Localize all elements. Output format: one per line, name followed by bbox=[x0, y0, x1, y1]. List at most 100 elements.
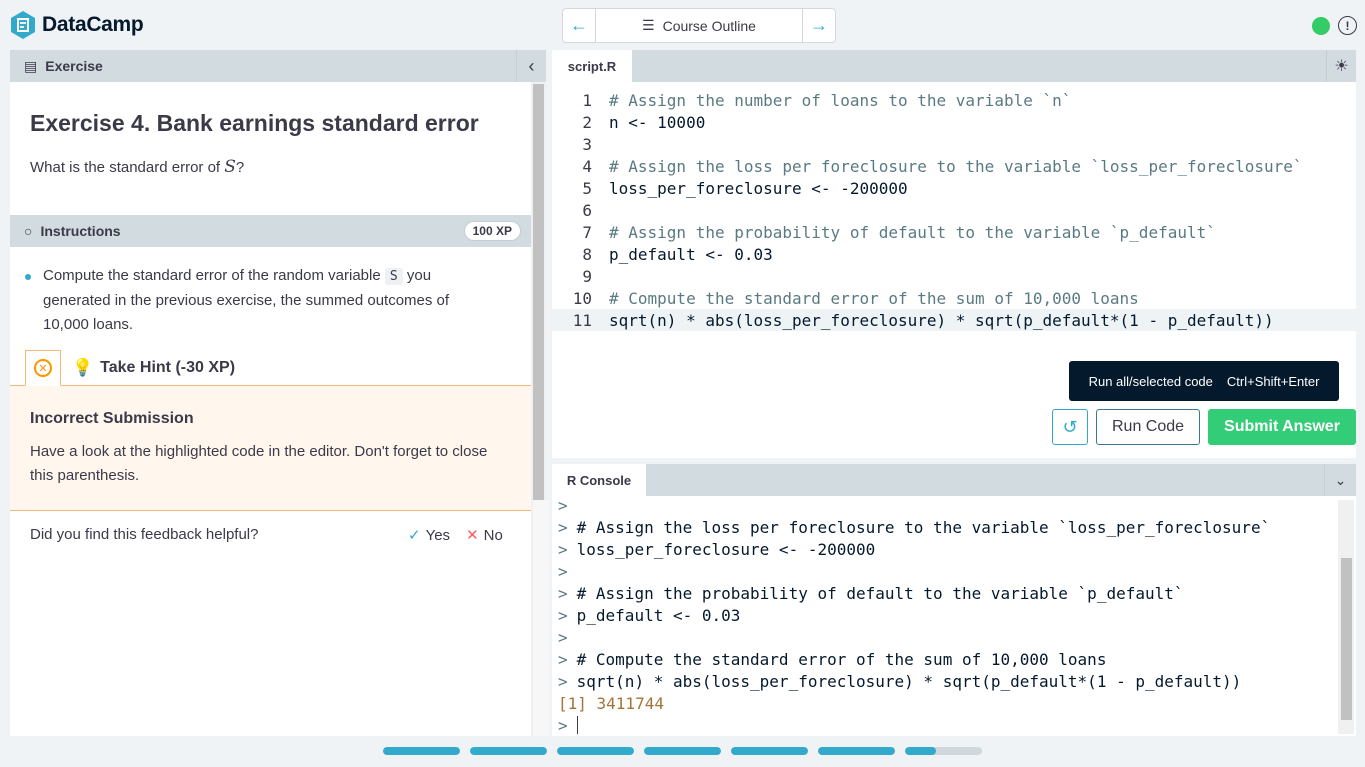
console-line: > bbox=[558, 560, 1338, 582]
code-line[interactable]: 6 bbox=[552, 199, 1356, 221]
lightbulb-icon: 💡 bbox=[72, 358, 94, 377]
submit-answer-button[interactable]: Submit Answer bbox=[1208, 409, 1356, 445]
code-line[interactable]: 5 loss_per_foreclosure <- -200000 bbox=[552, 177, 1356, 199]
progress-segment[interactable] bbox=[470, 747, 547, 755]
tab-r-console[interactable]: R Console bbox=[552, 464, 646, 496]
progress-segment[interactable] bbox=[644, 747, 721, 755]
course-outline-button[interactable]: ☰ Course Outline bbox=[596, 9, 802, 42]
tooltip-shortcut: Ctrl+Shift+Enter bbox=[1226, 373, 1320, 389]
datacamp-logo-icon bbox=[11, 11, 35, 39]
code-lines[interactable]: 1 # Assign the number of loans to the var… bbox=[552, 89, 1356, 331]
line-number: 10 bbox=[572, 288, 592, 308]
console-scrollbar-thumb[interactable] bbox=[1341, 558, 1352, 720]
code-line[interactable]: 9 bbox=[552, 265, 1356, 287]
progress-segment[interactable] bbox=[818, 747, 895, 755]
console-line: > p_default <- 0.03 bbox=[558, 604, 1338, 626]
feedback-message: Incorrect Submission Have a look at the … bbox=[10, 386, 531, 511]
code-editor-panel: script.R ☀ 1 # Assign the number of loans… bbox=[552, 50, 1356, 458]
yes-button[interactable]: ✓ Yes bbox=[408, 526, 450, 544]
prev-exercise-button[interactable]: ← bbox=[563, 9, 596, 42]
no-button[interactable]: ✕ No bbox=[466, 526, 503, 544]
console-text: # Compute the standard error of the sum … bbox=[576, 649, 1107, 669]
console-prompt: > bbox=[558, 495, 568, 515]
yes-label: Yes bbox=[425, 527, 451, 544]
code-line[interactable]: 7 # Assign the probability of default to … bbox=[552, 221, 1356, 243]
console-header: R Console ⌄ bbox=[552, 464, 1356, 496]
instruction-item: Compute the standard error of the random… bbox=[25, 264, 475, 337]
line-number: 6 bbox=[582, 200, 592, 220]
console-prompt: > bbox=[558, 517, 568, 537]
instruction-text-part: Compute the standard error of the random… bbox=[43, 267, 385, 284]
question-prefix: What is the standard error of bbox=[30, 159, 225, 176]
next-exercise-button[interactable]: → bbox=[802, 9, 835, 42]
console-line: > # Assign the probability of default to … bbox=[558, 582, 1338, 604]
console-line: > sqrt(n) * abs(loss_per_foreclosure) * s… bbox=[558, 670, 1338, 692]
progress-fill bbox=[818, 747, 895, 755]
collapse-panel-button[interactable]: ‹ bbox=[516, 50, 546, 82]
console-text: sqrt(n) * abs(loss_per_foreclosure) * sq… bbox=[576, 671, 1242, 691]
code-text: # Assign the number of loans to the vari… bbox=[609, 90, 1072, 110]
console-line: > bbox=[558, 626, 1338, 648]
code-line[interactable]: 3 bbox=[552, 133, 1356, 155]
progress-segment[interactable] bbox=[557, 747, 634, 755]
menu-icon: ☰ bbox=[642, 17, 655, 33]
close-icon: ✕ bbox=[466, 527, 479, 544]
brightness-icon[interactable]: ☀ bbox=[1326, 50, 1356, 82]
bullet-icon bbox=[25, 274, 31, 280]
editor-actions: ↺ Run Code Submit Answer bbox=[1052, 409, 1356, 445]
progress-fill bbox=[905, 747, 936, 755]
feedback-tabs: ✕ 💡 Take Hint (-30 XP) bbox=[10, 350, 531, 386]
exercise-title: Exercise 4. Bank earnings standard error bbox=[30, 110, 479, 136]
course-progress bbox=[383, 747, 982, 755]
tooltip-label: Run all/selected code bbox=[1088, 373, 1213, 389]
console-text: # Assign the loss per foreclosure to the… bbox=[576, 517, 1271, 537]
brand-name: DataCamp bbox=[42, 13, 144, 36]
console-text: # Assign the probability of default to t… bbox=[576, 583, 1184, 603]
console-input-line[interactable]: > bbox=[558, 714, 1338, 736]
console-line: > bbox=[558, 494, 1338, 516]
code-line[interactable]: 10 # Compute the standard error of the su… bbox=[552, 287, 1356, 309]
line-number: 2 bbox=[582, 112, 592, 132]
code-line[interactable]: 1 # Assign the number of loans to the var… bbox=[552, 89, 1356, 111]
datacamp-logo[interactable]: DataCamp bbox=[10, 10, 144, 40]
progress-fill bbox=[470, 747, 547, 755]
code-line[interactable]: 11 sqrt(n) * abs(loss_per_foreclosure) * … bbox=[552, 309, 1356, 331]
helpful-actions: ✓ Yes ✕ No bbox=[408, 526, 503, 544]
console-line: > loss_per_foreclosure <- -200000 bbox=[558, 538, 1338, 560]
progress-segment[interactable] bbox=[731, 747, 808, 755]
console-line: > # Assign the loss per foreclosure to th… bbox=[558, 516, 1338, 538]
take-hint-button[interactable]: 💡 Take Hint (-30 XP) bbox=[72, 358, 235, 378]
code-text: # Assign the probability of default to t… bbox=[609, 222, 1216, 242]
line-number: 7 bbox=[582, 222, 592, 242]
question-suffix: ? bbox=[235, 159, 245, 176]
instruction-text: Compute the standard error of the random… bbox=[43, 264, 475, 337]
chevron-down-icon[interactable]: ⌄ bbox=[1324, 464, 1356, 496]
feedback-title: Incorrect Submission bbox=[30, 410, 194, 427]
code-text: # Compute the standard error of the sum … bbox=[609, 288, 1139, 308]
run-code-button[interactable]: Run Code bbox=[1096, 409, 1201, 445]
tab-script-r[interactable]: script.R bbox=[552, 50, 632, 82]
session-status-icon[interactable] bbox=[1312, 17, 1330, 35]
progress-fill bbox=[557, 747, 634, 755]
console-output[interactable]: > > # Assign the loss per foreclosure to t… bbox=[558, 494, 1338, 736]
code-line[interactable]: 2 n <- 10000 bbox=[552, 111, 1356, 133]
progress-segment[interactable] bbox=[383, 747, 460, 755]
console-text: loss_per_foreclosure <- -200000 bbox=[576, 539, 876, 559]
alert-icon[interactable]: ! bbox=[1338, 16, 1357, 35]
line-number: 1 bbox=[582, 90, 592, 110]
progress-fill bbox=[383, 747, 460, 755]
instruction-inline-code: S bbox=[384, 268, 403, 285]
console-prompt: > bbox=[558, 583, 568, 603]
reset-code-button[interactable]: ↺ bbox=[1052, 409, 1088, 445]
panel-divider[interactable] bbox=[533, 500, 549, 736]
console-line: > # Compute the standard error of the sum… bbox=[558, 648, 1338, 670]
exercise-question: What is the standard error of S? bbox=[30, 157, 244, 177]
code-line[interactable]: 8 p_default <- 0.03 bbox=[552, 243, 1356, 265]
code-line[interactable]: 4 # Assign the loss per foreclosure to th… bbox=[552, 155, 1356, 177]
line-number: 8 bbox=[582, 244, 592, 264]
tab-incorrect-submission[interactable]: ✕ bbox=[25, 350, 61, 386]
progress-segment[interactable] bbox=[905, 747, 982, 755]
feedback-text: Have a look at the highlighted code in t… bbox=[30, 443, 488, 484]
console-prompt: > bbox=[558, 561, 568, 581]
console-prompt: > bbox=[558, 627, 568, 647]
